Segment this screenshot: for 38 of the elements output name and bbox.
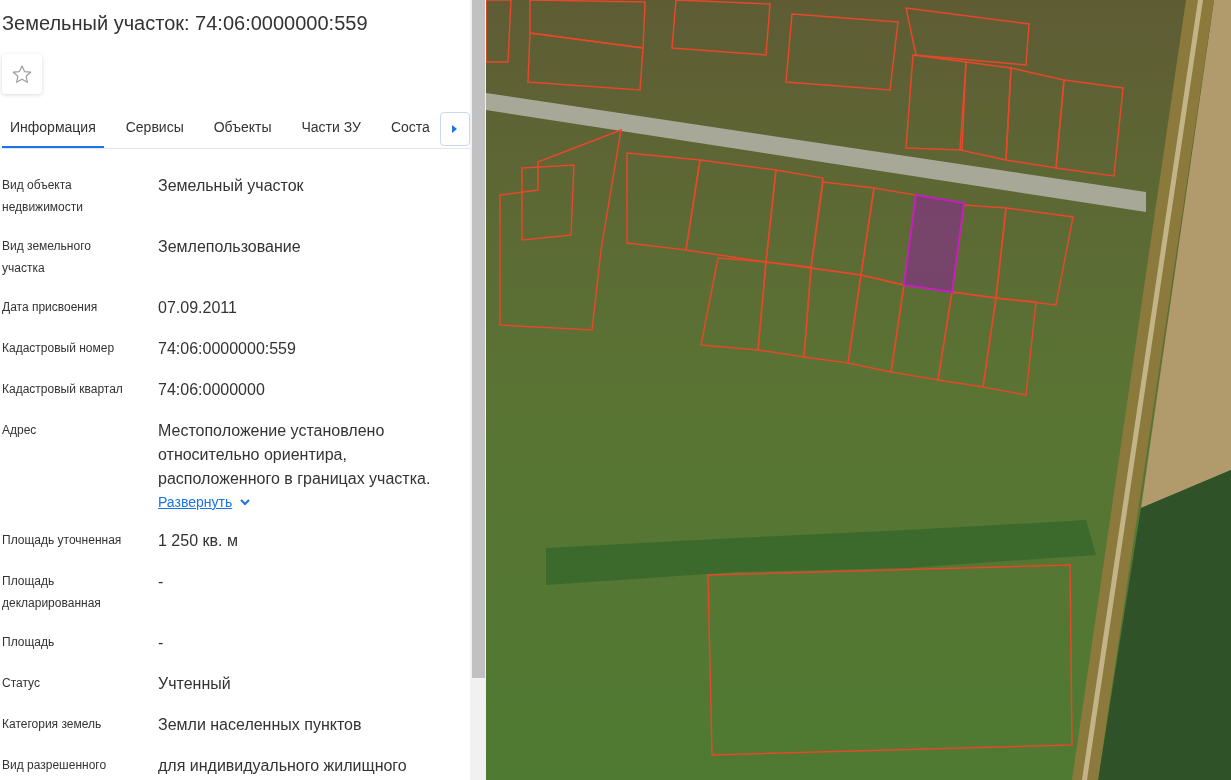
property-label: Дата присвоения: [2, 299, 99, 316]
tab[interactable]: Информация: [2, 108, 104, 148]
chevron-down-icon[interactable]: [240, 498, 251, 506]
property-label: Вид разрешенного: [2, 757, 108, 774]
tabs-scroll-button[interactable]: [439, 112, 470, 146]
caret-right-icon: [452, 125, 458, 133]
property-value: -: [158, 572, 164, 592]
property-label: Кадастровый квартал: [2, 381, 124, 398]
property-label: Категория земель: [2, 716, 103, 733]
tab[interactable]: Сервисы: [117, 108, 192, 148]
property-value: Местоположение установлено относительно ориентира, расположенного в границах участка.: [158, 421, 432, 489]
page-title: Земельный участок: 74:06:0000000:559: [1, 11, 369, 36]
property-value: 74:06:0000000: [158, 380, 265, 400]
property-value: 1 250 кв. м: [158, 531, 238, 551]
star-icon: [12, 64, 32, 84]
tab[interactable]: Объекты: [205, 108, 280, 148]
property-label: Площадь: [2, 634, 56, 651]
property-value: 74:06:0000000:559: [158, 339, 296, 359]
property-value: для индивидуального жилищного: [158, 756, 407, 776]
tab[interactable]: Части ЗУ: [293, 108, 369, 148]
property-value: Учтенный: [158, 674, 231, 694]
property-label: Статус: [2, 675, 41, 692]
scrollbar-thumb[interactable]: [471, 0, 485, 678]
property-value: 07.09.2011: [158, 298, 237, 318]
property-label: Площадь декларированная: [2, 573, 102, 612]
property-value: Земли населенных пунктов: [158, 715, 362, 735]
property-value: -: [158, 633, 164, 653]
property-label: Кадастровый номер: [2, 340, 116, 357]
property-label: Вид объекта недвижимости: [2, 177, 84, 216]
property-value: Земельный участок: [158, 176, 304, 196]
expand-link[interactable]: Развернуть: [158, 492, 233, 512]
property-label: Площадь уточненная: [2, 532, 123, 549]
property-label: Адрес: [2, 422, 38, 439]
property-label: Вид земельного участка: [2, 238, 92, 277]
parcel-outline: [486, 0, 512, 63]
favorite-button[interactable]: [2, 54, 42, 94]
property-value: Землепользование: [158, 237, 301, 257]
tab[interactable]: Соста: [382, 108, 438, 148]
